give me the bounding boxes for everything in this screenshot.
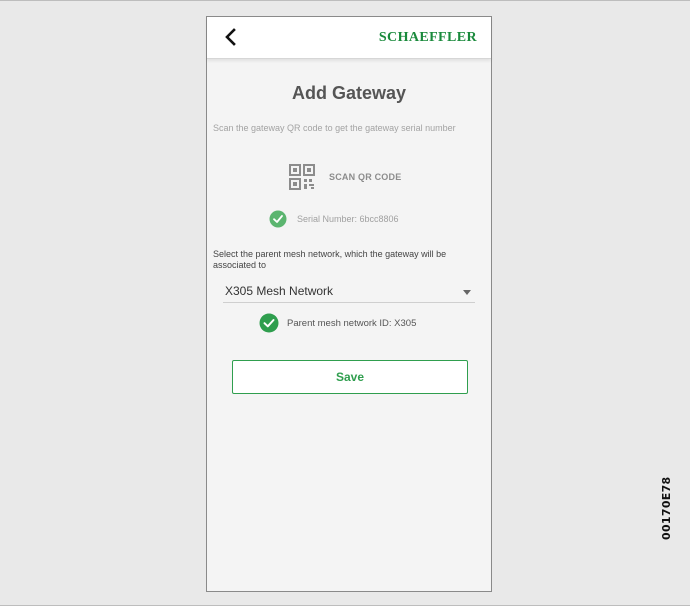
mesh-network-selected-value: X305 Mesh Network	[225, 284, 334, 298]
parent-network-id-text: Parent mesh network ID: X305	[287, 317, 417, 329]
scan-qr-code-button[interactable]: SCAN QR CODE	[289, 163, 419, 191]
qr-code-icon	[289, 164, 315, 190]
check-circle-icon	[259, 313, 279, 333]
check-circle-icon	[269, 210, 287, 228]
scan-hint-text: Scan the gateway QR code to get the gate…	[213, 123, 456, 133]
serial-number-status: Serial Number: 6bcc8806	[269, 209, 399, 229]
mesh-network-dropdown[interactable]: X305 Mesh Network	[223, 281, 475, 303]
figure-code: 00170E78	[660, 476, 673, 541]
caret-down-icon	[463, 290, 471, 295]
page-title: Add Gateway	[291, 83, 407, 103]
save-button-label: Save	[335, 370, 365, 384]
phone-screen: SCHAEFFLER Add Gateway Scan the gateway …	[206, 16, 492, 592]
parent-network-status: Parent mesh network ID: X305	[259, 312, 416, 334]
frame-top-border	[0, 0, 690, 1]
scan-qr-code-label: SCAN QR CODE	[329, 172, 402, 182]
select-parent-network-text: Select the parent mesh network, which th…	[213, 249, 447, 270]
serial-number-text: Serial Number: 6bcc8806	[297, 214, 399, 224]
back-button[interactable]	[219, 25, 241, 49]
chevron-left-icon	[225, 28, 236, 46]
app-bar: SCHAEFFLER	[207, 17, 491, 59]
schaeffler-logo: SCHAEFFLER	[378, 30, 477, 45]
save-button[interactable]: Save	[232, 360, 468, 394]
